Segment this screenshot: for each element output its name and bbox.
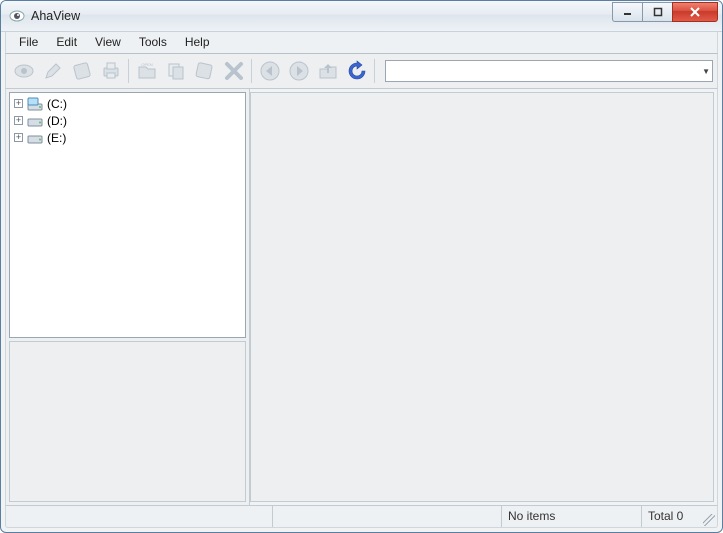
menu-view[interactable]: View xyxy=(86,32,130,53)
toolbar-separator xyxy=(128,59,129,83)
drive-icon xyxy=(27,131,43,145)
maximize-button[interactable] xyxy=(642,2,672,22)
tree-item-label: (E:) xyxy=(47,131,66,145)
view-icon[interactable] xyxy=(10,58,37,85)
drive-icon xyxy=(27,114,43,128)
preview-pane xyxy=(9,341,246,502)
toolbar: OPEN ▼ xyxy=(5,54,718,89)
tree-item-drive-e[interactable]: + (E:) xyxy=(10,129,245,146)
svg-text:OPEN: OPEN xyxy=(141,62,152,67)
toolbar-separator xyxy=(374,59,375,83)
menu-edit[interactable]: Edit xyxy=(47,32,86,53)
menubar: File Edit View Tools Help xyxy=(5,32,718,54)
edit-icon[interactable] xyxy=(39,58,66,85)
window-controls xyxy=(612,2,718,22)
forward-icon[interactable] xyxy=(285,58,312,85)
close-button[interactable] xyxy=(672,2,718,22)
folder-tree[interactable]: + (C:) + (D:) + xyxy=(9,92,246,338)
tree-item-label: (C:) xyxy=(47,97,67,111)
address-combo[interactable]: ▼ xyxy=(385,60,713,82)
expand-icon[interactable]: + xyxy=(14,116,23,125)
status-cell-info xyxy=(273,506,502,527)
expand-icon[interactable]: + xyxy=(14,99,23,108)
titlebar[interactable]: AhaView xyxy=(1,1,722,32)
refresh-icon[interactable] xyxy=(343,58,370,85)
resize-grip-icon[interactable] xyxy=(703,514,715,526)
window-title: AhaView xyxy=(31,9,80,23)
client-area: + (C:) + (D:) + xyxy=(5,89,718,505)
dropdown-arrow-icon[interactable]: ▼ xyxy=(702,67,710,76)
toolbar-separator xyxy=(251,59,252,83)
statusbar: No items Total 0 xyxy=(5,505,718,528)
status-cell-path xyxy=(6,506,273,527)
print-icon[interactable] xyxy=(97,58,124,85)
open-icon[interactable]: OPEN xyxy=(133,58,160,85)
status-total-label: Total 0 xyxy=(648,509,683,523)
menu-help[interactable]: Help xyxy=(176,32,219,53)
status-cell-count: No items xyxy=(502,506,642,527)
minimize-button[interactable] xyxy=(612,2,642,22)
rotate-left-icon[interactable] xyxy=(68,58,95,85)
expand-icon[interactable]: + xyxy=(14,133,23,142)
menu-tools[interactable]: Tools xyxy=(130,32,176,53)
app-icon xyxy=(9,8,25,24)
move-icon[interactable] xyxy=(191,58,218,85)
menu-file[interactable]: File xyxy=(10,32,47,53)
up-icon[interactable] xyxy=(314,58,341,85)
tree-item-label: (D:) xyxy=(47,114,67,128)
thumbnail-pane[interactable] xyxy=(250,92,714,502)
tree-item-drive-d[interactable]: + (D:) xyxy=(10,112,245,129)
copy-icon[interactable] xyxy=(162,58,189,85)
tree-item-drive-c[interactable]: + (C:) xyxy=(10,95,245,112)
app-window: AhaView File Edit View Tools Help xyxy=(0,0,723,533)
system-drive-icon xyxy=(27,97,43,111)
back-icon[interactable] xyxy=(256,58,283,85)
left-column: + (C:) + (D:) + xyxy=(6,89,250,505)
delete-icon[interactable] xyxy=(220,58,247,85)
status-cell-total: Total 0 xyxy=(642,506,717,527)
